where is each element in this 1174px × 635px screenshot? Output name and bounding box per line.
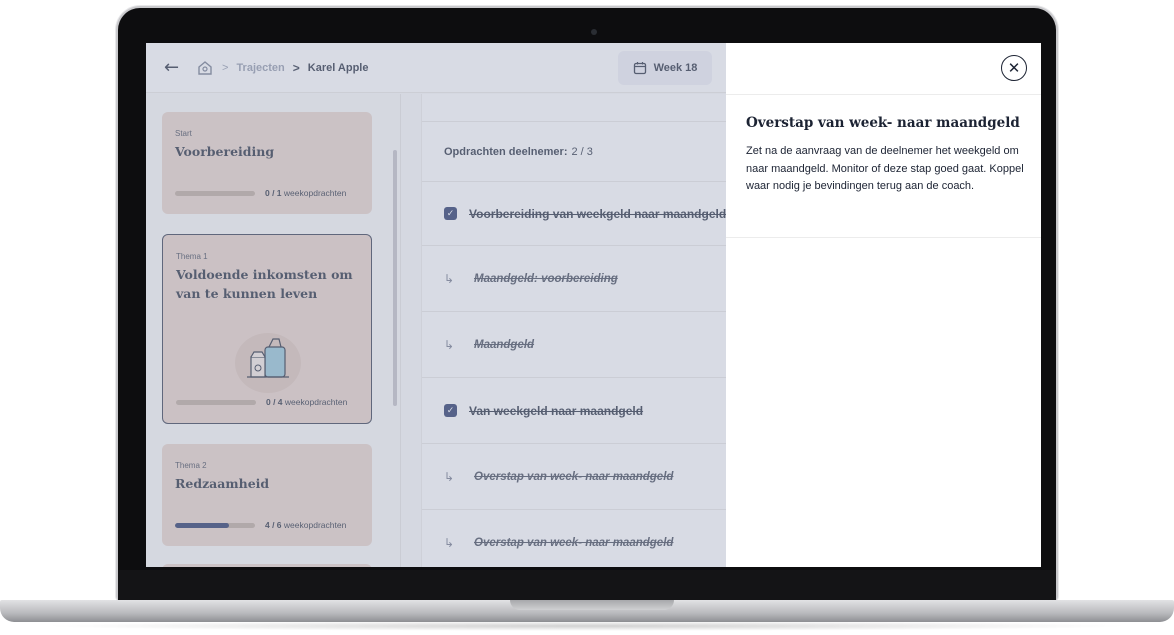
panel-description: Zet na de aanvraag van de deelnemer het … [746, 145, 1024, 192]
card-kicker: Thema 2 [175, 461, 207, 470]
card-title: Redzaamheid [175, 476, 270, 491]
progress-count: 0 / 1 [265, 188, 282, 198]
progress-row: 0 / 1 weekopdrachten [175, 188, 365, 198]
calendar-icon [633, 62, 646, 75]
subtask-arrow-icon: ↳ [444, 536, 455, 550]
card-kicker: Thema 1 [176, 252, 208, 261]
progress-bar [175, 522, 255, 528]
content-area: Opdrachten deelnemer: 2 / 3 ✓ Voorbereid… [401, 94, 727, 567]
card-thema-2[interactable]: Thema 2 Redzaamheid 4 / 6 weekopdrachten [162, 444, 372, 546]
progress-bar [176, 399, 256, 405]
card-kicker: Start [175, 129, 192, 138]
progress-unit: weekopdrachten [283, 188, 347, 198]
subtask-row[interactable]: ↳ Maandgeld: voorbereiding [422, 246, 727, 312]
breadcrumb-separator: > [292, 60, 300, 75]
progress-unit: weekopdrachten [283, 520, 347, 530]
breadcrumb-separator: > [222, 61, 229, 74]
task-row[interactable]: ✓ Van weekgeld naar maandgeld [422, 378, 727, 444]
progress-row: 4 / 6 weekopdrachten [175, 520, 365, 530]
progress-fill [175, 522, 229, 528]
subtask-arrow-icon: ↳ [444, 469, 455, 484]
subtask-label: Overstap van week- naar maandgeld [474, 537, 674, 549]
card-start[interactable]: Start Voorbereiding 0 / 1 weekopdrachten [162, 112, 372, 214]
card-thema-1[interactable]: Thema 1 Voldoende inkomsten om van te ku… [162, 234, 372, 424]
camera-icon [591, 29, 597, 35]
breadcrumb-current: Karel Apple [307, 61, 369, 74]
card-next[interactable] [162, 564, 372, 567]
breadcrumb-trajecten[interactable]: Trajecten [236, 62, 284, 74]
subtask-label: Maandgeld [474, 338, 535, 351]
subtask-arrow-icon: ↳ [444, 271, 455, 286]
assignments-value: 2 / 3 [571, 145, 593, 158]
list-item [422, 94, 727, 122]
close-icon: ✕ [1007, 59, 1021, 77]
assignments-row: Opdrachten deelnemer: 2 / 3 [422, 122, 727, 182]
panel-title: Overstap van week- naar maandgeld [746, 115, 1020, 131]
subtask-label: Maandgeld: voorbereiding [474, 272, 618, 285]
divider [726, 237, 1041, 238]
subtask-label: Overstap van week- naar maandgeld [474, 470, 674, 483]
checkbox-checked-icon[interactable]: ✓ [444, 404, 457, 417]
task-label: Voorbereiding van weekgeld naar maandgel… [469, 206, 727, 221]
panel-header: ✕ [726, 43, 1041, 95]
close-button[interactable]: ✕ [1001, 55, 1027, 81]
checkbox-checked-icon[interactable]: ✓ [444, 207, 457, 220]
task-list: Opdrachten deelnemer: 2 / 3 ✓ Voorbereid… [421, 94, 727, 567]
laptop-shadow [40, 621, 1134, 631]
task-row[interactable]: ✓ Voorbereiding van weekgeld naar maandg… [422, 182, 727, 246]
progress-unit: weekopdrachten [284, 397, 348, 407]
home-icon[interactable] [196, 59, 214, 77]
progress-bar [175, 190, 255, 196]
sidebar-scrollbar[interactable] [393, 150, 397, 406]
sidebar: Start Voorbereiding 0 / 1 weekopdrachten… [146, 94, 401, 567]
progress-count: 0 / 4 [266, 397, 283, 407]
week-selector-button[interactable]: Week 18 [618, 51, 712, 85]
detail-panel: ✕ Overstap van week- naar maandgeld Zet … [726, 43, 1041, 567]
subtask-arrow-icon: ↳ [444, 337, 455, 352]
progress-count: 4 / 6 [265, 520, 282, 530]
topbar: ← > Trajecten > Karel Apple Week 18 [146, 43, 726, 93]
assignments-label: Opdrachten deelnemer: [444, 145, 568, 158]
progress-text: 0 / 1 weekopdrachten [265, 188, 346, 198]
subtask-row[interactable]: ↳ Maandgeld [422, 312, 727, 378]
screen: ← > Trajecten > Karel Apple Week 18 Star… [146, 43, 1041, 567]
subtask-row[interactable]: ↳ Overstap van week- naar maandgeld [422, 510, 727, 567]
laptop-notch [510, 600, 674, 610]
groceries-icon [235, 333, 301, 393]
card-title: Voldoende inkomsten om van te kunnen lev… [176, 267, 353, 301]
progress-text: 4 / 6 weekopdrachten [265, 520, 346, 530]
progress-row: 0 / 4 weekopdrachten [176, 397, 366, 407]
bottom-bezel [118, 570, 1056, 600]
progress-text: 0 / 4 weekopdrachten [266, 397, 347, 407]
card-title: Voorbereiding [175, 144, 275, 159]
task-label: Van weekgeld naar maandgeld [469, 403, 644, 418]
back-arrow-icon[interactable]: ← [164, 57, 184, 78]
subtask-row[interactable]: ↳ Overstap van week- naar maandgeld [422, 444, 727, 510]
app-main: ← > Trajecten > Karel Apple Week 18 Star… [146, 43, 727, 567]
week-label: Week 18 [653, 62, 698, 74]
